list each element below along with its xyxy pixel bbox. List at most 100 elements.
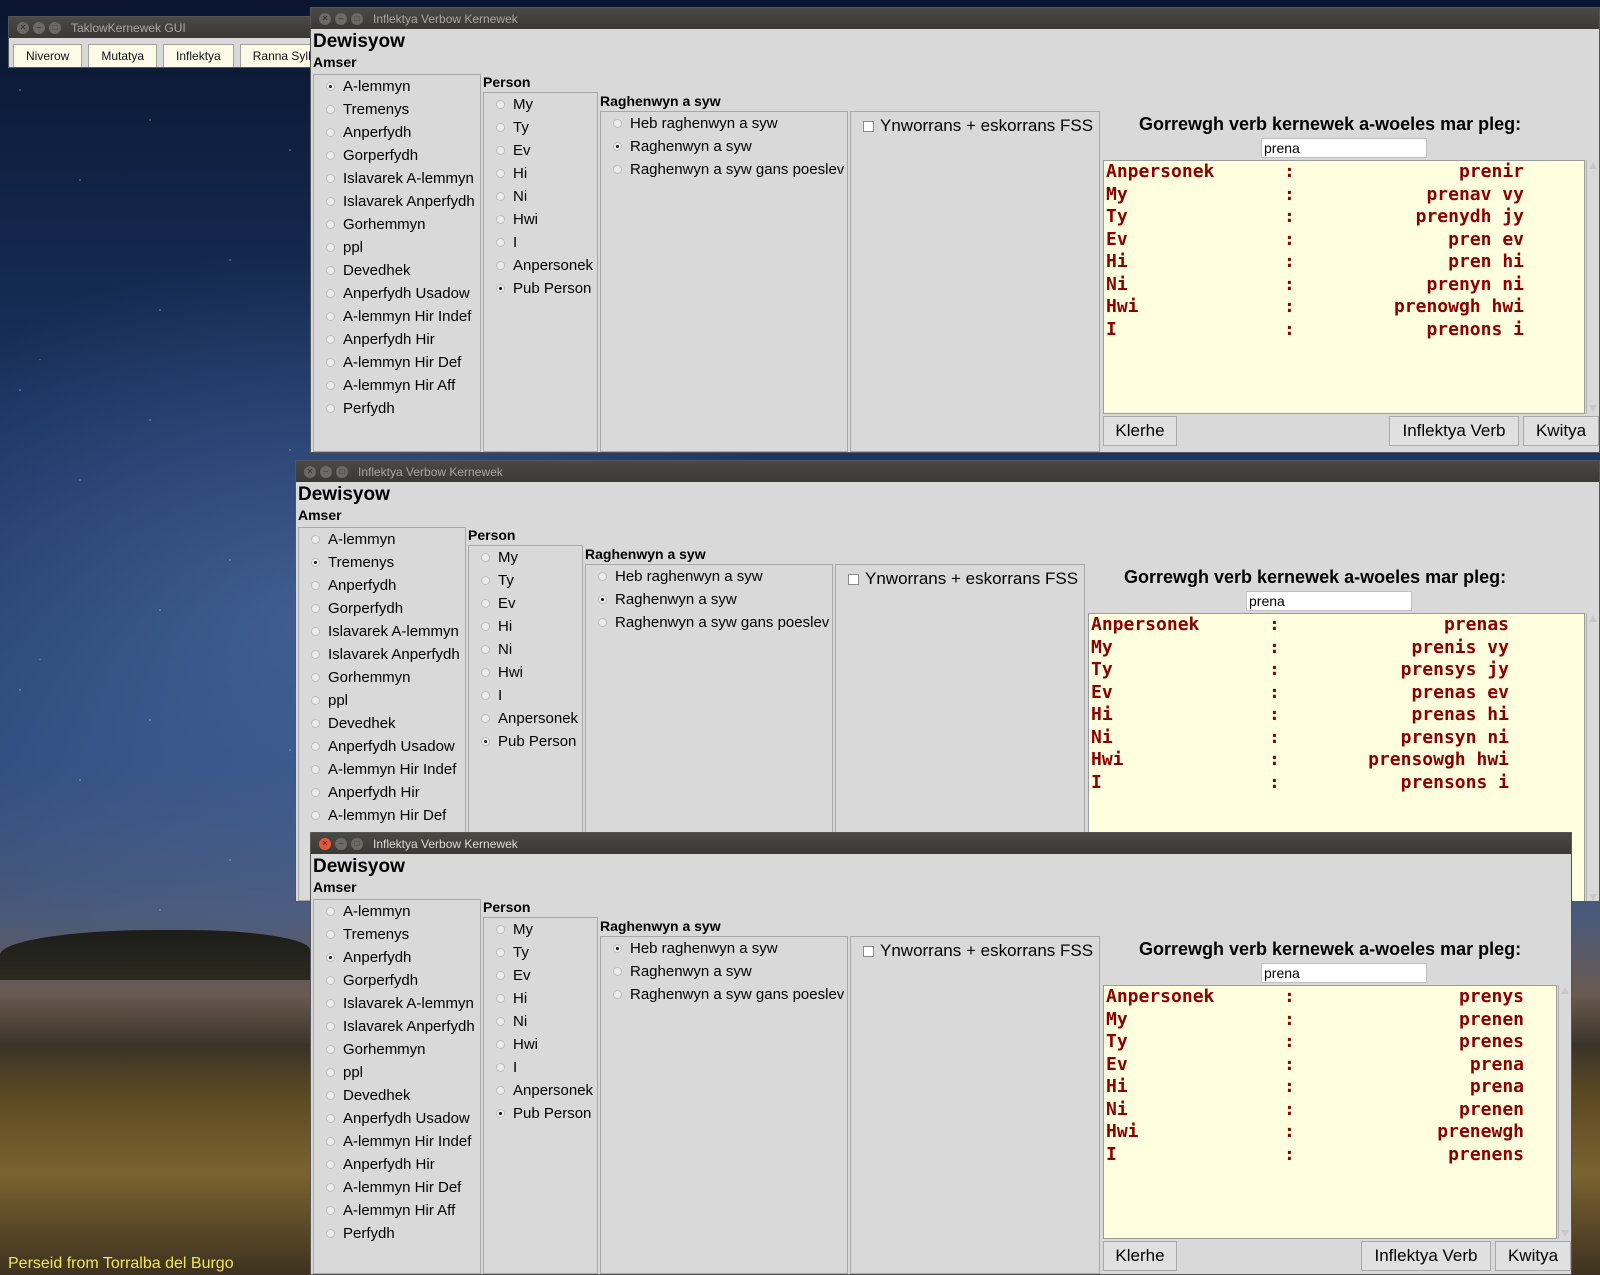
radio-button[interactable] bbox=[326, 266, 335, 275]
tense-option[interactable]: Anperfydh Hir bbox=[314, 1153, 480, 1176]
radio-button[interactable] bbox=[496, 994, 505, 1003]
output-scrollbar[interactable] bbox=[1558, 985, 1570, 1239]
scroll-down-icon[interactable] bbox=[1588, 405, 1597, 412]
person-option[interactable]: Hi bbox=[469, 615, 582, 638]
radio-button[interactable] bbox=[481, 553, 490, 562]
person-option[interactable]: Ni bbox=[469, 638, 582, 661]
radio-button[interactable] bbox=[326, 381, 335, 390]
radio-button[interactable] bbox=[311, 719, 320, 728]
radio-button[interactable] bbox=[496, 948, 505, 957]
minimize-icon[interactable]: – bbox=[33, 21, 45, 34]
person-option[interactable]: Hwi bbox=[469, 661, 582, 684]
person-option[interactable]: Hi bbox=[484, 987, 597, 1010]
radio-button[interactable] bbox=[481, 622, 490, 631]
radio-button[interactable] bbox=[598, 595, 607, 604]
person-option[interactable]: Hwi bbox=[484, 208, 597, 231]
tense-option[interactable]: Anperfydh Hir bbox=[314, 328, 480, 351]
tense-option[interactable]: A-lemmyn Hir Indef bbox=[299, 758, 465, 781]
tense-option[interactable]: A-lemmyn Hir Def bbox=[314, 351, 480, 374]
radio-button[interactable] bbox=[311, 650, 320, 659]
radio-button[interactable] bbox=[326, 174, 335, 183]
radio-button[interactable] bbox=[496, 169, 505, 178]
tools-titlebar[interactable]: ✕ – □ TaklowKernewek GUI bbox=[9, 17, 312, 38]
radio-button[interactable] bbox=[311, 742, 320, 751]
clear-button[interactable]: Klerhe bbox=[1103, 416, 1177, 446]
person-option[interactable]: Hi bbox=[484, 162, 597, 185]
window-titlebar[interactable]: ✕ – □ Inflektya Verbow Kernewek bbox=[311, 8, 1599, 29]
radio-button[interactable] bbox=[326, 128, 335, 137]
minimize-icon[interactable]: – bbox=[320, 465, 332, 478]
person-option[interactable]: Ty bbox=[484, 941, 597, 964]
tense-option[interactable]: A-lemmyn Hir Indef bbox=[314, 305, 480, 328]
radio-button[interactable] bbox=[326, 82, 335, 91]
radio-button[interactable] bbox=[326, 335, 335, 344]
scroll-up-icon[interactable] bbox=[1560, 987, 1569, 994]
person-option[interactable]: I bbox=[469, 684, 582, 707]
tense-option[interactable]: Anperfydh bbox=[314, 946, 480, 969]
fss-checkbox[interactable] bbox=[863, 120, 874, 132]
maximize-icon[interactable]: □ bbox=[351, 12, 363, 25]
tense-option[interactable]: Gorhemmyn bbox=[314, 213, 480, 236]
person-option[interactable]: Ty bbox=[484, 116, 597, 139]
quit-button[interactable]: Kwitya bbox=[1495, 1241, 1571, 1271]
scroll-down-icon[interactable] bbox=[1560, 1230, 1569, 1237]
fss-checkbox-row[interactable]: Ynworrans + eskorrans FSS bbox=[851, 114, 1099, 138]
radio-button[interactable] bbox=[311, 558, 320, 567]
maximize-icon[interactable]: □ bbox=[351, 837, 363, 850]
person-option[interactable]: Ni bbox=[484, 185, 597, 208]
radio-button[interactable] bbox=[311, 535, 320, 544]
radio-button[interactable] bbox=[326, 1068, 335, 1077]
radio-button[interactable] bbox=[481, 714, 490, 723]
person-option[interactable]: I bbox=[484, 231, 597, 254]
radio-button[interactable] bbox=[613, 165, 622, 174]
tense-option[interactable]: Devedhek bbox=[314, 259, 480, 282]
person-option[interactable]: Ev bbox=[469, 592, 582, 615]
close-icon[interactable]: ✕ bbox=[319, 837, 331, 850]
quit-button[interactable]: Kwitya bbox=[1523, 416, 1599, 446]
scroll-up-icon[interactable] bbox=[1588, 615, 1597, 622]
tense-option[interactable]: Tremenys bbox=[314, 923, 480, 946]
radio-button[interactable] bbox=[496, 1063, 505, 1072]
scroll-down-icon[interactable] bbox=[1588, 894, 1597, 901]
pronoun-option[interactable]: Raghenwyn a syw gans poeslev bbox=[586, 611, 832, 634]
radio-button[interactable] bbox=[481, 576, 490, 585]
person-option[interactable]: Ev bbox=[484, 964, 597, 987]
radio-button[interactable] bbox=[613, 990, 622, 999]
inflect-verb-button[interactable]: Inflektya Verb bbox=[1389, 416, 1519, 446]
tense-option[interactable]: Islavarek A-lemmyn bbox=[314, 992, 480, 1015]
tense-option[interactable]: A-lemmyn Hir Def bbox=[299, 804, 465, 827]
pronoun-option[interactable]: Heb raghenwyn a syw bbox=[601, 112, 847, 135]
tense-option[interactable]: ppl bbox=[314, 1061, 480, 1084]
pronoun-option[interactable]: Raghenwyn a syw bbox=[601, 135, 847, 158]
scroll-up-icon[interactable] bbox=[1588, 162, 1597, 169]
radio-button[interactable] bbox=[326, 105, 335, 114]
radio-button[interactable] bbox=[496, 238, 505, 247]
tense-option[interactable]: A-lemmyn Hir Indef bbox=[314, 1130, 480, 1153]
person-option[interactable]: My bbox=[469, 546, 582, 569]
tense-option[interactable]: Anperfydh Usadow bbox=[299, 735, 465, 758]
radio-button[interactable] bbox=[326, 976, 335, 985]
radio-button[interactable] bbox=[326, 151, 335, 160]
radio-button[interactable] bbox=[326, 220, 335, 229]
radio-button[interactable] bbox=[326, 1160, 335, 1169]
person-option[interactable]: Pub Person bbox=[469, 730, 582, 753]
radio-button[interactable] bbox=[496, 971, 505, 980]
tense-option[interactable]: Islavarek A-lemmyn bbox=[299, 620, 465, 643]
person-option[interactable]: Pub Person bbox=[484, 277, 597, 300]
radio-button[interactable] bbox=[613, 142, 622, 151]
tense-option[interactable]: Anperfydh Usadow bbox=[314, 282, 480, 305]
tense-option[interactable]: Devedhek bbox=[314, 1084, 480, 1107]
tense-option[interactable]: A-lemmyn bbox=[314, 900, 480, 923]
fss-checkbox-row[interactable]: Ynworrans + eskorrans FSS bbox=[851, 939, 1099, 963]
tense-option[interactable]: A-lemmyn Hir Def bbox=[314, 1176, 480, 1199]
radio-button[interactable] bbox=[326, 312, 335, 321]
radio-button[interactable] bbox=[326, 404, 335, 413]
radio-button[interactable] bbox=[326, 907, 335, 916]
tense-option[interactable]: ppl bbox=[314, 236, 480, 259]
tense-option[interactable]: Perfydh bbox=[314, 397, 480, 420]
output-scrollbar[interactable] bbox=[1586, 613, 1598, 901]
radio-button[interactable] bbox=[326, 930, 335, 939]
close-icon[interactable]: ✕ bbox=[304, 465, 316, 478]
output-scrollbar[interactable] bbox=[1586, 160, 1598, 414]
radio-button[interactable] bbox=[311, 696, 320, 705]
